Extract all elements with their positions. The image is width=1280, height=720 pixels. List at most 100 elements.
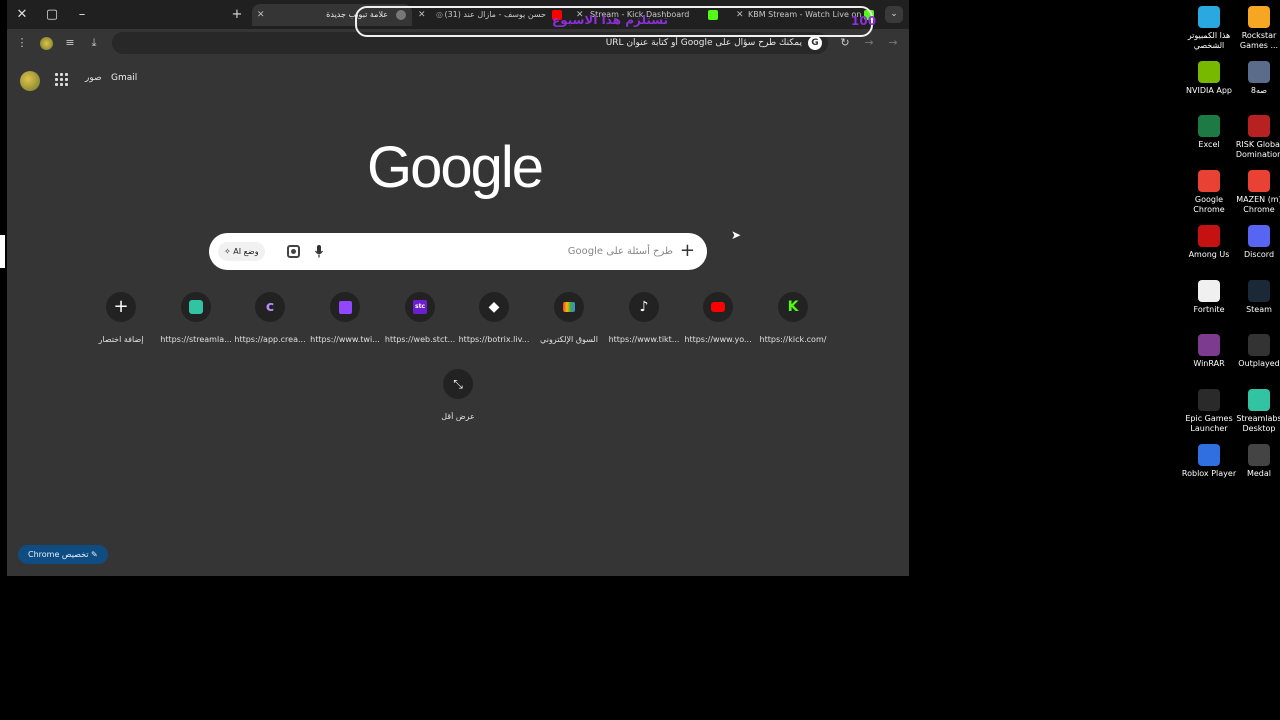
chrome-window: ✕ ▢ – + ✕ علامة تبويب جديدة ✕ ◎ حسن يوسف… [7, 0, 909, 576]
close-tab-icon[interactable]: ✕ [257, 4, 265, 26]
show-less-button[interactable]: ⤡ عرض أقل [426, 369, 490, 421]
shortcut-label: https://app.crea... [234, 335, 306, 344]
desktop-icon[interactable]: Google Chrome [1184, 170, 1234, 222]
shortcut-label: https://www.tikt... [608, 335, 680, 344]
app-icon [1198, 443, 1220, 466]
desktop-icon[interactable]: Medal [1234, 443, 1280, 496]
shortcut-streamcity[interactable]: stc https://web.stct... [384, 292, 456, 352]
google-apps-icon[interactable] [55, 73, 69, 87]
desktop-icon[interactable]: Epic Games Launcher [1184, 388, 1234, 441]
shortcut-streamlabs[interactable]: https://streamla... [160, 292, 232, 352]
app-icon [1198, 60, 1220, 83]
desktop-icon-label: RISK Global Domination [1235, 140, 1280, 160]
desktop-icon[interactable]: Among Us [1184, 224, 1234, 277]
gmail-link[interactable]: Gmail [111, 73, 137, 83]
app-icon [1248, 170, 1270, 193]
desktop-icon[interactable]: Discord [1234, 224, 1280, 277]
account-avatar[interactable] [20, 71, 40, 91]
desktop-icon-label: Rockstar Games ... [1239, 31, 1279, 50]
shortcut-label: السوق الإلكتروني [540, 335, 598, 344]
shortcut-botrix[interactable]: ◆ https://botrix.liv... [458, 292, 530, 352]
desktop-icon-label: Discord [1243, 249, 1275, 259]
shortcut-label: https://www.twi... [310, 335, 380, 344]
app-icon [1248, 224, 1270, 247]
app-icon [1198, 279, 1220, 302]
maximize-button[interactable]: ▢ [37, 0, 67, 29]
customize-chrome-button[interactable]: ✎ تخصيص Chrome [18, 545, 108, 564]
app-icon [1198, 115, 1220, 138]
app-icon [1198, 388, 1220, 411]
close-window-button[interactable]: ✕ [7, 0, 37, 29]
new-tab-button[interactable]: + [222, 0, 252, 29]
ai-mode-button[interactable]: وضع AI ✧ [218, 242, 265, 261]
plus-icon: + [106, 292, 136, 322]
tiktok-icon: ♪ [629, 292, 659, 322]
desktop-icon[interactable]: WinRAR [1184, 334, 1234, 386]
shortcut-label: https://web.stct... [384, 335, 456, 344]
tab-search-chevron-down-icon[interactable]: ⌄ [885, 6, 903, 23]
google-g-icon: G [808, 36, 822, 50]
shortcut-label: https://kick.com/ [759, 335, 827, 344]
shortcut-youtube[interactable]: https://www.yo... [682, 292, 754, 352]
desktop-icon[interactable]: MAZEN (m) Chrome [1234, 170, 1280, 222]
desktop-icon[interactable]: Streamlabs Desktop [1234, 388, 1280, 441]
streamcity-icon: stc [405, 292, 435, 322]
search-placeholder: طرح أسئلة على Google [567, 246, 673, 257]
app-icon [1198, 6, 1220, 28]
menu-kebab-icon[interactable]: ⋮ [12, 33, 32, 53]
shortcut-label: https://streamla... [160, 335, 232, 344]
google-lens-icon[interactable] [287, 245, 300, 258]
app-icon [1198, 170, 1220, 193]
customize-chrome-label: تخصيص Chrome [28, 550, 89, 559]
shortcut-tiktok[interactable]: ♪ https://www.tikt... [608, 292, 680, 352]
botrix-icon: ◆ [479, 292, 509, 322]
desktop-icon[interactable]: 8صه [1234, 60, 1280, 113]
desktop-icon[interactable]: NVIDIA App [1184, 60, 1234, 113]
streamlabs-icon [181, 292, 211, 322]
stream-overlay-text: تستلزم هذا الاسبوع [552, 13, 668, 27]
profile-avatar-icon[interactable] [36, 33, 56, 53]
app-icon [1248, 443, 1270, 466]
app-icon [1248, 279, 1270, 302]
youtube-icon [703, 292, 733, 322]
forward-arrow-icon[interactable]: → [883, 33, 903, 53]
desktop-icon[interactable]: Excel [1184, 115, 1234, 167]
desktop-icon[interactable]: Roblox Player [1182, 443, 1236, 496]
sparkle-search-icon: ✧ [224, 247, 231, 256]
minimize-button[interactable]: – [67, 0, 97, 29]
desktop-icon[interactable]: هذا الكمبيوتر الشخصي [1184, 6, 1234, 58]
shortcut-store[interactable]: السوق الإلكتروني [533, 292, 605, 352]
microphone-icon[interactable] [315, 245, 323, 258]
store-icon [554, 292, 584, 322]
plus-icon[interactable]: + [680, 241, 695, 261]
desktop-icon-label: Steam [1246, 304, 1272, 314]
shortcut-label: https://botrix.liv... [458, 335, 530, 344]
desktop-icon[interactable]: Steam [1234, 279, 1280, 332]
app-icon [1248, 334, 1270, 357]
collapse-arrows-icon: ⤡ [443, 369, 473, 399]
app-icon [1248, 60, 1270, 83]
search-box[interactable]: + طرح أسئلة على Google وضع AI ✧ [209, 233, 707, 270]
desktop-icon-label: MAZEN (m) Chrome [1236, 195, 1280, 215]
images-link[interactable]: صور [85, 73, 102, 83]
app-icon [1248, 388, 1270, 411]
desktop-icon[interactable]: Outplayed [1234, 334, 1280, 386]
desktop-icon-label: Outplayed [1238, 359, 1280, 369]
shortcut-twitch[interactable]: https://www.twi... [309, 292, 381, 352]
app-icon [1248, 115, 1270, 138]
desktop-icon[interactable]: Fortnite [1184, 279, 1234, 332]
reading-list-icon[interactable]: ≡ [60, 33, 80, 53]
app-icon [1248, 6, 1270, 28]
app-icon [1198, 334, 1220, 357]
twitch-icon [330, 292, 360, 322]
shortcut-kick[interactable]: K https://kick.com/ [757, 292, 829, 352]
shortcut-label: https://www.yo... [684, 335, 752, 344]
mouse-cursor-icon: ➤ [731, 228, 742, 242]
stream-overlay-number: 100 [851, 14, 877, 28]
desktop-icon[interactable]: Rockstar Games ... [1234, 6, 1280, 58]
download-icon[interactable]: ⤓ [84, 33, 104, 53]
desktop-icon[interactable]: RISK Global Domination [1234, 115, 1280, 167]
add-shortcut-button[interactable]: + إضافة اختصار [85, 292, 157, 352]
desktop-icon-label: Streamlabs Desktop [1236, 413, 1280, 433]
shortcut-create[interactable]: c https://app.crea... [234, 292, 306, 352]
